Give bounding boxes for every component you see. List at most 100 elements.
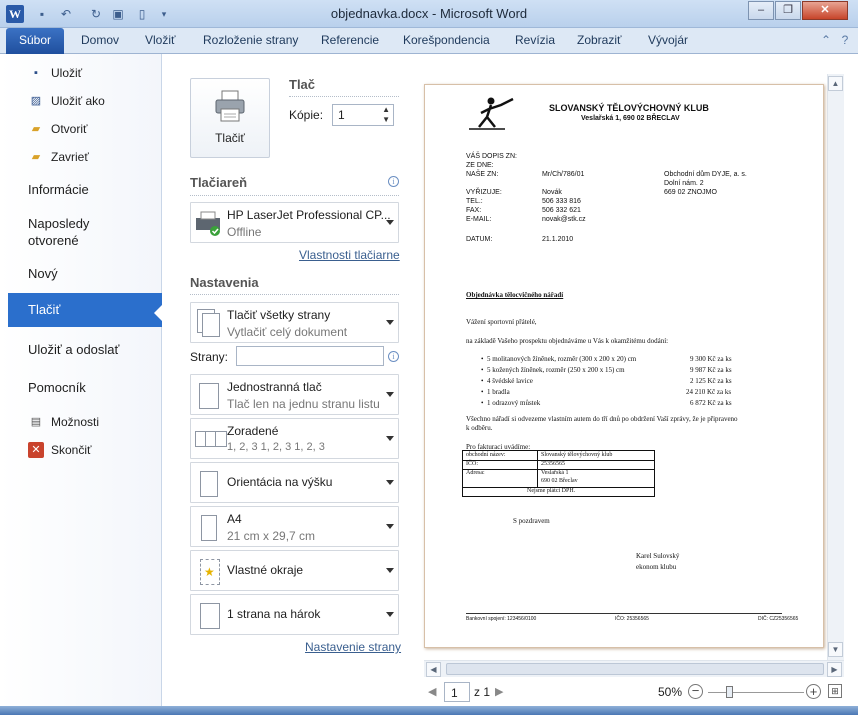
collapse-ribbon-icon[interactable]: ⌃ [818,32,834,48]
order-item: • 5 molitanových žíněnek, rozměr (300 x … [481,355,637,363]
nav-new[interactable]: Nový [8,265,162,282]
nav-recent-line2: otvorené [28,233,79,248]
nav-print[interactable]: Tlačiť [8,293,162,327]
window-title: objednavka.docx - Microsoft Word [330,6,528,21]
chevron-down-icon [386,435,394,445]
close-window-button[interactable]: ✕ [802,1,848,20]
print-button[interactable]: Tlačiť [190,78,270,158]
scroll-thumb[interactable] [446,663,824,675]
pages-label: Strany: [190,350,229,364]
print-button-label: Tlačiť [215,131,245,145]
nav-options[interactable]: ▤ Možnosti [8,408,162,436]
options-icon: ▤ [30,416,42,428]
zoom-in-icon[interactable]: + [806,684,821,699]
margins-icon: ★ [197,557,221,585]
margins-dropdown[interactable]: ★ Vlastné okraje [190,550,399,591]
order-item: • 4 švédské lavice [481,377,533,385]
chevron-down-icon [386,219,394,229]
horizontal-scrollbar[interactable]: ◀ ▶ [424,660,844,677]
vertical-scrollbar[interactable]: ▲ ▼ [827,74,844,662]
zoom-slider[interactable] [708,692,804,693]
restore-button[interactable]: ❐ [775,1,801,20]
chevron-down-icon [386,479,394,489]
paper-size-dropdown[interactable]: A4 21 cm x 29,7 cm [190,506,399,547]
help-icon[interactable]: ? [837,32,853,48]
pages-stack-icon [197,309,221,337]
paper-size-icon [197,513,221,541]
scroll-left-icon[interactable]: ◀ [426,662,441,677]
chevron-down-icon [386,391,394,401]
footer-divider [466,613,782,614]
increment-icon[interactable]: ▲ [382,105,390,114]
tab-insert[interactable]: Vložiť [145,33,176,47]
doc-subject: Objednávka tělocvičného nářadí [466,291,564,299]
fencer-logo-icon [469,97,514,130]
scroll-down-icon[interactable]: ▼ [828,642,843,657]
printer-status: Offline [227,225,262,239]
club-name: SLOVANSKÝ TĚLOVÝCHOVNÝ KLUB [549,103,709,113]
zoom-out-icon[interactable]: − [688,684,703,699]
nav-recent[interactable]: Naposledy otvorené [8,215,162,249]
exit-icon: ✕ [28,442,44,458]
print-section-title: Tlač [289,77,316,92]
nav-save-as[interactable]: ▨ Uložiť ako [8,87,162,115]
collation-dropdown[interactable]: Zoradené 1, 2, 3 1, 2, 3 1, 2, 3 [190,418,399,459]
document-page: SLOVANSKÝ TĚLOVÝCHOVNÝ KLUB Veslařská 1,… [424,84,824,648]
printer-info-icon[interactable]: i [388,176,399,187]
printer-device-icon [196,211,220,236]
next-page-icon[interactable]: ▶ [495,685,503,698]
printer-dropdown[interactable]: HP LaserJet Professional CP... Offline [190,202,399,243]
settings-section-title: Nastavenia [190,275,259,290]
tab-references[interactable]: Referencie [321,33,379,47]
print-range-dropdown[interactable]: Tlačiť všetky strany Vytlačiť celý dokum… [190,302,399,343]
nav-save-send[interactable]: Uložiť a odoslať [8,341,162,358]
chevron-down-icon [386,523,394,533]
pages-input[interactable] [236,346,384,366]
printer-name: HP LaserJet Professional CP... [227,208,391,222]
copies-stepper[interactable]: 1 ▲ ▼ [332,104,394,126]
tab-file[interactable]: Súbor [6,28,64,54]
duplex-dropdown[interactable]: Jednostranná tlač Tlač len na jednu stra… [190,374,399,415]
windows-taskbar [0,706,858,715]
folder-close-icon: ▰ [31,151,41,163]
order-item: • 1 bradla [481,388,510,396]
copies-value: 1 [338,108,345,122]
nav-close[interactable]: ▰ Zavrieť [8,143,162,171]
nav-info[interactable]: Informácie [8,181,162,201]
nav-recent-line1: Naposledy [28,216,90,231]
tab-developer[interactable]: Vývojár [648,33,688,47]
save-as-icon: ▨ [30,95,42,107]
tab-home[interactable]: Domov [81,33,119,47]
printer-properties-link[interactable]: Vlastnosti tlačiarne [299,248,400,262]
scroll-up-icon[interactable]: ▲ [828,76,843,91]
club-address: Veslařská 1, 690 02 BŘECLAV [581,115,680,122]
tab-view[interactable]: Zobraziť [577,33,622,47]
pages-info-icon[interactable]: i [388,351,399,362]
nav-help[interactable]: Pomocník [8,379,162,396]
scroll-right-icon[interactable]: ▶ [827,662,842,677]
chevron-down-icon [386,611,394,621]
page-setup-link[interactable]: Nastavenie strany [305,640,401,654]
save-icon: ▪ [34,67,38,79]
nav-exit[interactable]: ✕ Skončiť [8,436,162,464]
nav-open[interactable]: ▰ Otvoriť [8,115,162,143]
page-number-input[interactable]: 1 [444,682,470,702]
printer-section-title: Tlačiareň [190,175,248,190]
nav-save[interactable]: ▪ Uložiť [8,59,162,87]
minimize-button[interactable]: – [748,1,774,20]
decrement-icon[interactable]: ▼ [382,115,390,124]
nav-print-label: Tlačiť [28,302,61,317]
backstage-nav: ▪ Uložiť ▨ Uložiť ako ▰ Otvoriť ▰ Zavrie… [0,54,162,706]
pages-per-sheet-dropdown[interactable]: 1 strana na hárok [190,594,399,635]
previous-page-icon[interactable]: ◀ [428,685,436,698]
portrait-icon [197,469,221,497]
orientation-dropdown[interactable]: Orientácia na výšku [190,462,399,503]
zoom-slider-thumb[interactable] [726,686,734,698]
chevron-down-icon [386,567,394,577]
zoom-to-page-icon[interactable]: ⊞ [828,684,842,698]
tab-page-layout[interactable]: Rozloženie strany [203,33,298,47]
tab-review[interactable]: Revízia [515,33,555,47]
tab-mailings[interactable]: Korešpondencia [403,33,490,47]
zoom-level[interactable]: 50% [658,685,682,699]
one-sided-icon [197,381,221,409]
